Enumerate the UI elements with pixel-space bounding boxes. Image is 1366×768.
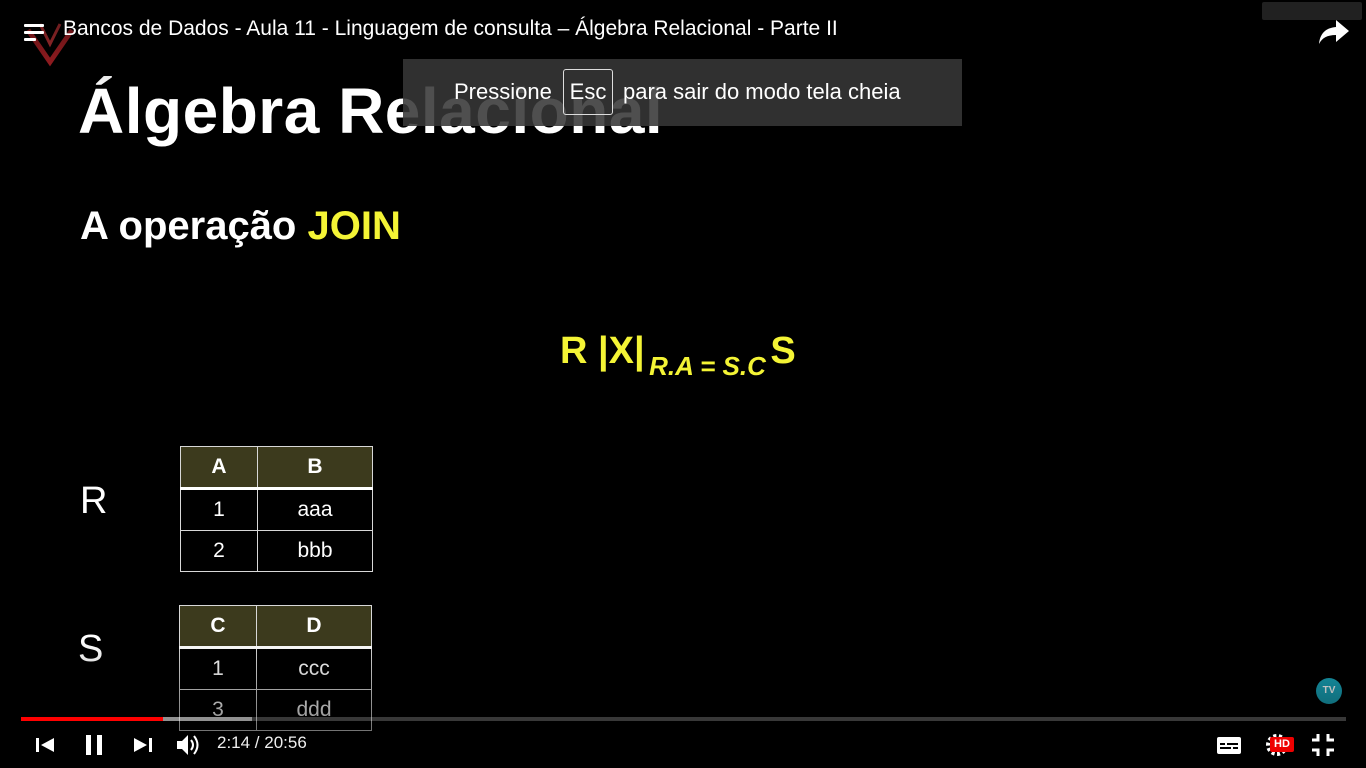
table-cell: 1 — [180, 488, 258, 531]
toast-suffix: para sair do modo tela cheia — [623, 79, 901, 104]
table-header-cell: A — [180, 446, 258, 490]
share-icon[interactable] — [1318, 18, 1350, 46]
toast-prefix: Pressione — [454, 79, 552, 104]
progress-played — [21, 717, 163, 721]
formula-condition: R.A = S.C — [649, 351, 766, 381]
relation-r-table: A B 1 aaa 2 bbb — [180, 446, 373, 572]
fullscreen-exit-toast: Pressione Esc para sair do modo tela che… — [403, 59, 962, 126]
esc-key-hint: Esc — [563, 69, 613, 115]
hd-badge: HD — [1270, 737, 1294, 752]
table-cell: 2 — [180, 530, 258, 572]
video-title[interactable]: Bancos de Dados - Aula 11 - Linguagem de… — [63, 17, 838, 41]
table-header-row: A B — [180, 446, 373, 490]
subtitles-icon[interactable] — [1214, 730, 1244, 760]
next-icon[interactable] — [128, 730, 158, 760]
table-row: 1 aaa — [180, 488, 373, 531]
table-header-cell: B — [257, 446, 373, 490]
progress-bar[interactable] — [21, 717, 1346, 721]
time-display: 2:14 / 20:56 — [217, 733, 307, 752]
table-cell: bbb — [257, 530, 373, 572]
relation-r-label: R — [80, 480, 108, 522]
slide-subtitle: A operação JOIN — [80, 204, 401, 249]
table-row: 2 bbb — [180, 530, 373, 572]
subtitle-prefix: A operação — [80, 204, 297, 248]
previous-icon[interactable] — [30, 730, 60, 760]
volume-icon[interactable] — [173, 730, 203, 760]
playlist-menu-icon[interactable] — [24, 24, 46, 44]
join-formula: R |X| R.A = S.C S — [560, 330, 796, 381]
formula-right: S — [770, 330, 796, 372]
formula-left: R |X| — [560, 330, 645, 372]
exit-fullscreen-icon[interactable] — [1308, 730, 1338, 760]
bottom-gradient — [0, 640, 1366, 768]
pause-icon[interactable] — [79, 730, 109, 760]
subtitle-highlight: JOIN — [307, 204, 401, 248]
video-player[interactable]: Álgebra Relacional A operação JOIN R |X|… — [0, 0, 1366, 768]
table-cell: aaa — [257, 488, 373, 531]
